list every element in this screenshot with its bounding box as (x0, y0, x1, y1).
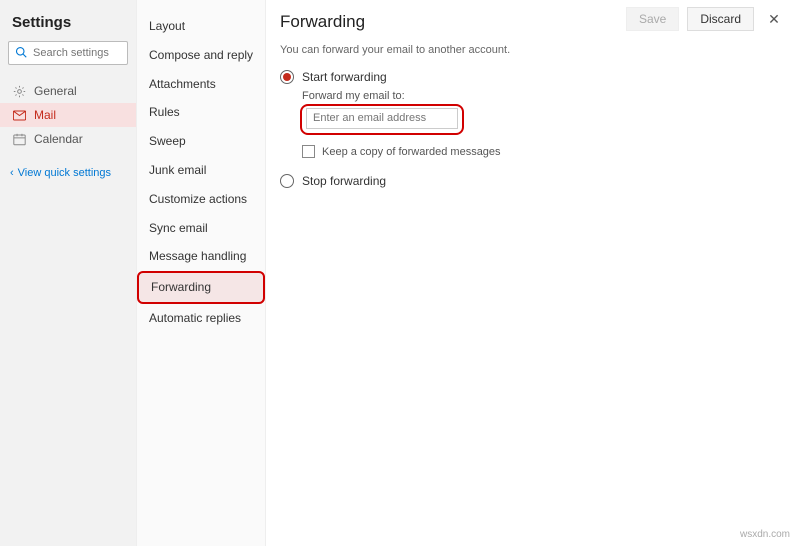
keep-copy-option[interactable]: Keep a copy of forwarded messages (302, 145, 786, 158)
nav-calendar-label: Calendar (34, 132, 83, 146)
view-quick-settings-label: View quick settings (18, 167, 111, 179)
forward-email-input[interactable] (306, 108, 458, 129)
search-icon (15, 46, 27, 61)
nav-mail[interactable]: Mail (0, 103, 136, 127)
mid-item-customize[interactable]: Customize actions (137, 185, 265, 214)
close-button[interactable]: ✕ (762, 9, 786, 30)
mid-item-message-handling[interactable]: Message handling (137, 242, 265, 271)
forwarding-description: You can forward your email to another ac… (280, 44, 786, 56)
settings-title: Settings (0, 10, 136, 41)
discard-button[interactable]: Discard (687, 7, 754, 31)
nav-general-label: General (34, 84, 77, 98)
mid-item-sync[interactable]: Sync email (137, 214, 265, 243)
mid-item-forwarding[interactable]: Forwarding (137, 271, 265, 304)
mid-item-compose[interactable]: Compose and reply (137, 41, 265, 70)
gear-icon (12, 85, 26, 98)
watermark: wsxdn.com (740, 529, 790, 540)
nav-mail-label: Mail (34, 108, 56, 122)
keep-copy-label: Keep a copy of forwarded messages (322, 146, 501, 158)
radio-stop-forwarding[interactable] (280, 174, 294, 188)
mid-item-layout[interactable]: Layout (137, 12, 265, 41)
start-forwarding-label: Start forwarding (302, 70, 387, 84)
settings-sidebar: Settings General Mail Calendar ‹ View qu… (0, 0, 136, 546)
view-quick-settings[interactable]: ‹ View quick settings (0, 163, 136, 183)
mid-item-junk[interactable]: Junk email (137, 156, 265, 185)
header-actions: Save Discard ✕ (626, 7, 786, 31)
chevron-left-icon: ‹ (10, 167, 14, 179)
radio-start-forwarding[interactable] (280, 70, 294, 84)
page-title: Forwarding (280, 6, 365, 32)
settings-search[interactable] (8, 41, 128, 65)
mid-item-automatic-replies[interactable]: Automatic replies (137, 304, 265, 333)
stop-forwarding-option[interactable]: Stop forwarding (280, 174, 786, 188)
forward-to-label: Forward my email to: (302, 90, 786, 102)
mid-item-attachments[interactable]: Attachments (137, 70, 265, 99)
main-content: Forwarding Save Discard ✕ You can forwar… (266, 0, 800, 546)
close-icon: ✕ (768, 11, 780, 27)
email-input-highlight (300, 104, 464, 135)
start-forwarding-option[interactable]: Start forwarding (280, 70, 786, 84)
nav-general[interactable]: General (0, 79, 136, 103)
mid-item-rules[interactable]: Rules (137, 98, 265, 127)
mail-icon (12, 110, 26, 121)
mid-item-sweep[interactable]: Sweep (137, 127, 265, 156)
mail-settings-list: Layout Compose and reply Attachments Rul… (136, 0, 266, 546)
save-button[interactable]: Save (626, 7, 679, 31)
keep-copy-checkbox[interactable] (302, 145, 315, 158)
stop-forwarding-label: Stop forwarding (302, 174, 386, 188)
nav-calendar[interactable]: Calendar (0, 127, 136, 151)
main-header: Forwarding Save Discard ✕ (280, 0, 786, 44)
calendar-icon (12, 133, 26, 146)
